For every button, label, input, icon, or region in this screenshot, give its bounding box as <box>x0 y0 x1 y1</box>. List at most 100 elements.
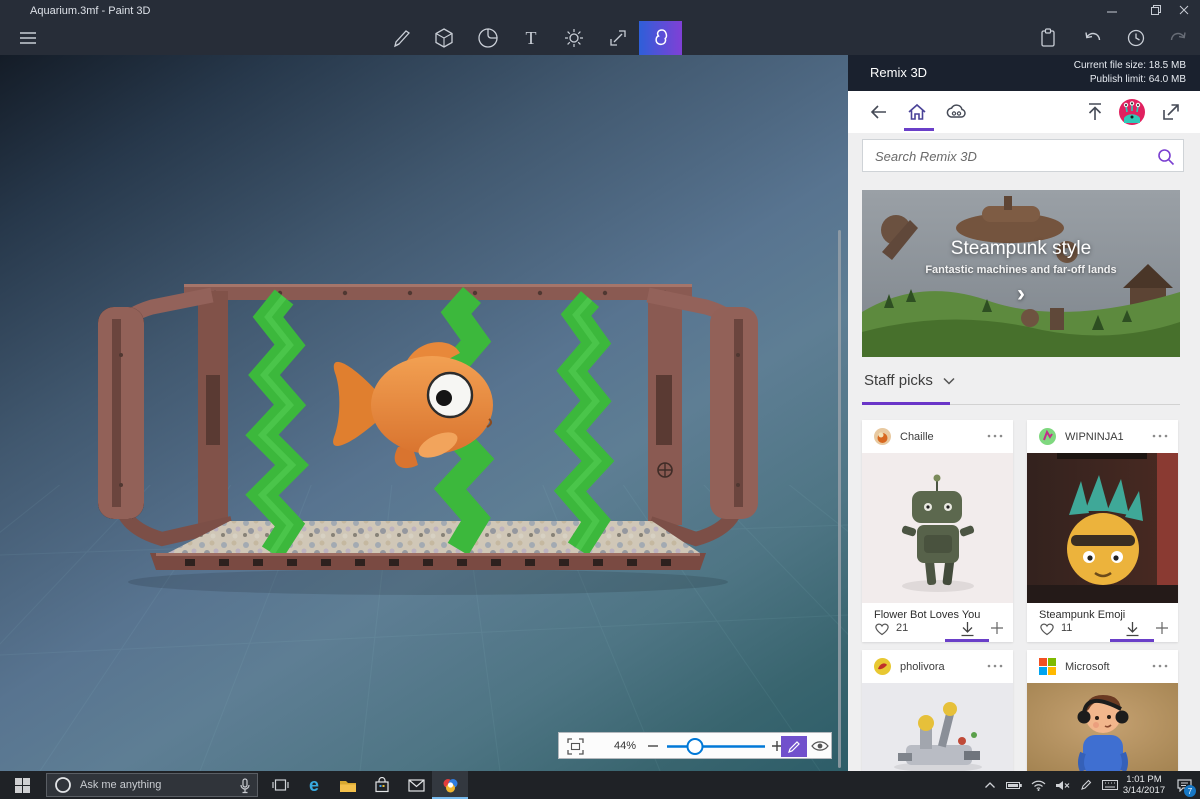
start-button[interactable] <box>0 771 44 799</box>
brush-tool-button[interactable] <box>379 21 422 55</box>
fit-to-window-icon <box>567 738 584 755</box>
more-options-icon[interactable] <box>1152 434 1168 438</box>
download-underline <box>1110 639 1154 642</box>
card-username: WIPNINJA1 <box>1065 431 1124 443</box>
mail-taskbar-button[interactable] <box>398 771 434 799</box>
tray-time: 1:01 PM <box>1126 774 1162 785</box>
store-icon <box>375 777 389 793</box>
home-icon <box>908 103 926 120</box>
paint3d-taskbar-button[interactable] <box>432 771 468 799</box>
zoom-out-button[interactable] <box>647 740 659 752</box>
chevron-up-icon <box>985 782 995 788</box>
undo-icon <box>1084 32 1100 41</box>
cloud-icon <box>946 104 966 118</box>
zoom-level: 44% <box>613 740 637 752</box>
profile-avatar[interactable] <box>1118 98 1146 126</box>
tray-date: 3/14/2017 <box>1122 785 1166 796</box>
3d-shapes-tool-button[interactable] <box>422 21 465 55</box>
model-card-microsoft[interactable]: Microsoft <box>1027 650 1178 771</box>
task-view-button[interactable] <box>262 771 298 799</box>
close-button[interactable] <box>1166 0 1200 20</box>
canvas-scrollbar[interactable] <box>838 230 841 768</box>
download-icon[interactable] <box>1125 621 1140 637</box>
tray-expand-button[interactable] <box>978 771 1002 799</box>
microsoft-logo-icon <box>1039 658 1056 675</box>
cortana-search-bar[interactable] <box>46 773 258 797</box>
publish-limit: Publish limit: 64.0 MB <box>1089 74 1186 85</box>
stickers-tool-button[interactable] <box>466 21 509 55</box>
more-options-icon[interactable] <box>987 664 1003 668</box>
notification-badge: 7 <box>1184 785 1196 797</box>
battery-tray-icon[interactable] <box>1002 771 1026 799</box>
cortana-icon <box>55 777 71 793</box>
profile-avatar-icon <box>1119 99 1145 125</box>
zoom-slider[interactable] <box>663 733 769 760</box>
tray-clock[interactable]: 1:01 PM 3/14/2017 <box>1120 774 1168 796</box>
remix-3d-panel: Remix 3D Current file size: 18.5 MB Publ… <box>848 55 1200 771</box>
add-icon[interactable] <box>990 621 1004 635</box>
minus-icon <box>648 745 658 747</box>
like-count: 21 <box>896 622 909 634</box>
viewport-3d[interactable]: 44% <box>0 55 848 771</box>
model-card-flower-bot[interactable]: Chaille Flower Bot Loves You 21 <box>862 420 1013 642</box>
eye-icon <box>811 741 829 751</box>
edge-icon: e <box>308 775 319 795</box>
minimize-button[interactable] <box>1094 0 1130 20</box>
add-icon[interactable] <box>1155 621 1169 635</box>
back-button[interactable] <box>868 101 890 123</box>
paste-button[interactable] <box>1026 21 1069 55</box>
back-icon <box>870 105 886 119</box>
redo-button[interactable] <box>1156 21 1199 55</box>
heart-icon[interactable] <box>874 622 890 636</box>
text-tool-button[interactable]: T <box>509 21 552 55</box>
edge-taskbar-button[interactable]: e <box>296 771 332 799</box>
more-options-icon[interactable] <box>987 434 1003 438</box>
avatar <box>1039 428 1056 445</box>
chevron-down-icon <box>943 377 955 385</box>
community-tab[interactable] <box>944 101 968 123</box>
file-explorer-taskbar-button[interactable] <box>330 771 366 799</box>
more-options-icon[interactable] <box>1152 664 1168 668</box>
download-icon[interactable] <box>960 621 975 637</box>
remix-search-input[interactable] <box>873 145 1147 168</box>
model-card-steampunk-emoji[interactable]: WIPNINJA1 Steampunk Emoji 11 <box>1027 420 1178 642</box>
card-thumbnail <box>1027 683 1178 771</box>
fit-to-window-button[interactable] <box>567 738 584 755</box>
home-tab[interactable] <box>906 101 928 123</box>
undo-button[interactable] <box>1071 21 1114 55</box>
close-icon <box>1179 5 1189 15</box>
banner-next-chevron[interactable]: › <box>862 280 1180 308</box>
windows-logo-icon <box>14 777 30 793</box>
history-button[interactable] <box>1114 21 1157 55</box>
effects-tool-button[interactable] <box>552 21 595 55</box>
paint3d-window: Aquarium.3mf - Paint 3D T 44% Remix 3D C… <box>0 0 1200 799</box>
restore-icon <box>1151 5 1161 15</box>
microphone-icon[interactable] <box>239 778 251 794</box>
share-button[interactable] <box>1160 101 1182 123</box>
current-file-size: Current file size: 18.5 MB <box>1073 60 1186 71</box>
heart-icon[interactable] <box>1039 622 1055 636</box>
wifi-tray-icon[interactable] <box>1026 771 1050 799</box>
brush-icon <box>788 740 800 753</box>
view-mode-button[interactable] <box>811 739 829 753</box>
edit-mode-button[interactable] <box>781 736 807 757</box>
search-icon[interactable] <box>1157 148 1175 166</box>
steampunk-banner[interactable]: Steampunk style Fantastic machines and f… <box>862 190 1180 357</box>
upload-button[interactable] <box>1084 101 1106 123</box>
taskbar-search-input[interactable] <box>78 778 232 792</box>
staff-picks-dropdown[interactable]: Staff picks <box>864 372 956 389</box>
brush-icon <box>393 30 410 48</box>
remix-3d-tool-button[interactable] <box>639 21 682 55</box>
canvas-icon <box>609 30 626 46</box>
menu-button[interactable] <box>6 21 49 55</box>
canvas-tool-button[interactable] <box>596 21 639 55</box>
volume-mute-tray-icon[interactable] <box>1050 771 1074 799</box>
model-card-pholivora[interactable]: pholivora <box>862 650 1013 771</box>
card-thumbnail <box>862 453 1013 603</box>
banner-subtitle: Fantastic machines and far-off lands <box>925 264 1117 276</box>
store-taskbar-button[interactable] <box>364 771 400 799</box>
taskbar: e <box>0 771 1200 799</box>
keyboard-tray-icon[interactable] <box>1098 771 1122 799</box>
titlebar: Aquarium.3mf - Paint 3D T <box>0 0 1200 55</box>
pen-tray-icon[interactable] <box>1074 771 1098 799</box>
